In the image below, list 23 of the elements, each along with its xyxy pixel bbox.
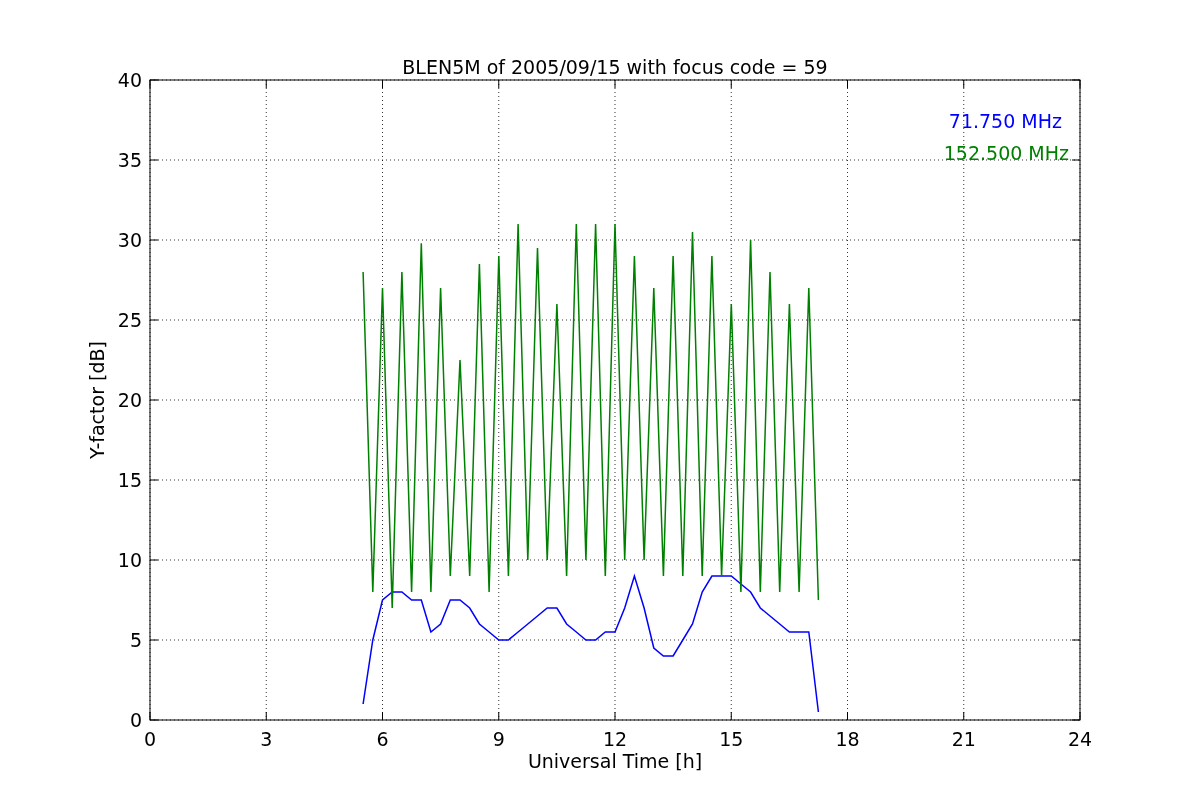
- x-tick-label: 15: [719, 728, 744, 750]
- x-tick-label: 12: [602, 728, 628, 750]
- y-tick-label: 5: [129, 629, 142, 651]
- x-tick-label: 3: [260, 728, 273, 750]
- x-tick-label: 0: [143, 728, 157, 750]
- y-tick-label: 0: [129, 709, 142, 731]
- chart-title: BLEN5M of 2005/09/15 with focus code = 59: [402, 56, 828, 78]
- legend-label: 152.500 MHz: [943, 142, 1069, 164]
- x-tick-label: 6: [376, 728, 389, 750]
- y-tick-label: 25: [117, 309, 142, 331]
- x-tick-label: 21: [951, 728, 976, 750]
- legend-label: 71.750 MHz: [948, 110, 1062, 132]
- x-axis-label: Universal Time [h]: [527, 750, 703, 772]
- x-tick-label: 24: [1067, 728, 1093, 750]
- x-tick-label: 9: [492, 728, 505, 750]
- y-tick-label: 30: [117, 229, 142, 251]
- y-tick-label: 40: [117, 69, 142, 91]
- y-axis-label: Y-factor [dB]: [86, 341, 108, 459]
- y-tick-label: 35: [117, 149, 142, 171]
- x-tick-label: 18: [835, 728, 860, 750]
- y-tick-label: 10: [117, 549, 142, 571]
- y-tick-label: 15: [117, 469, 142, 491]
- y-tick-label: 20: [117, 389, 142, 411]
